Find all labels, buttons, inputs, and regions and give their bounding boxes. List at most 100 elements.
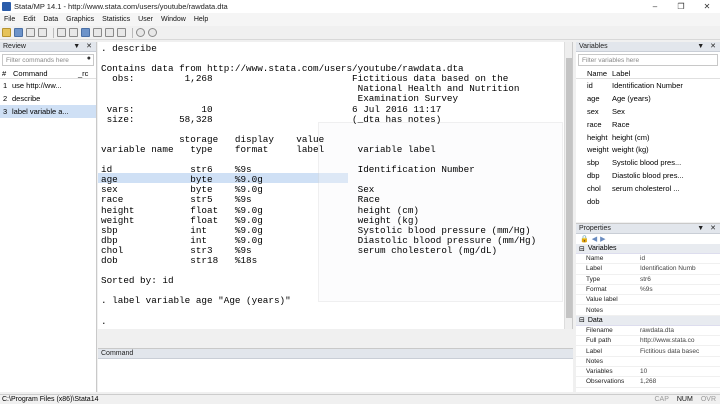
working-directory: C:\Program Files (x86)\Stata14 bbox=[2, 396, 99, 403]
variable-item[interactable]: sex Sex bbox=[576, 105, 720, 118]
variables-header: Variables ▼ ✕ bbox=[576, 42, 720, 52]
graph-icon[interactable] bbox=[69, 28, 78, 37]
variable-item[interactable]: dob bbox=[576, 195, 720, 208]
review-title: Review bbox=[3, 43, 26, 50]
menu-edit[interactable]: Edit bbox=[23, 16, 35, 23]
variable-item[interactable]: race Race bbox=[576, 118, 720, 131]
panel-buttons[interactable]: ▼ ✕ bbox=[697, 224, 718, 234]
col-number[interactable]: # bbox=[0, 69, 12, 78]
properties-section-data[interactable]: ⊟ Data bbox=[576, 315, 720, 326]
review-item[interactable]: 3 label variable a... bbox=[0, 105, 96, 118]
status-bar: C:\Program Files (x86)\Stata14 CAP NUM O… bbox=[0, 394, 720, 404]
variables-panel: Variables ▼ ✕ Filter variables here Name… bbox=[576, 42, 720, 222]
close-button[interactable]: ✕ bbox=[694, 0, 720, 13]
panel-buttons[interactable]: ▼ ✕ bbox=[73, 42, 94, 52]
filter-placeholder: Filter commands here bbox=[6, 56, 69, 64]
ovr-indicator: OVR bbox=[700, 396, 716, 403]
menu-window[interactable]: Window bbox=[161, 16, 186, 23]
data-editor-icon[interactable] bbox=[93, 28, 102, 37]
help-icon[interactable]: ● bbox=[87, 55, 91, 62]
variable-item[interactable]: id Identification Number bbox=[576, 79, 720, 92]
menu-statistics[interactable]: Statistics bbox=[102, 16, 130, 23]
stata-app-icon bbox=[2, 2, 11, 11]
variable-item[interactable]: age Age (years) bbox=[576, 92, 720, 105]
property-row[interactable]: Variables 10 bbox=[576, 367, 720, 378]
property-row[interactable]: Value label bbox=[576, 295, 720, 306]
review-filter-input[interactable]: Filter commands here ● bbox=[2, 54, 94, 66]
property-row[interactable]: Name id bbox=[576, 254, 720, 265]
toolbar-separator bbox=[53, 27, 54, 38]
properties-title: Properties bbox=[579, 225, 611, 232]
col-command[interactable]: Command bbox=[12, 69, 78, 78]
properties-section-variables[interactable]: ⊟ Variables bbox=[576, 244, 720, 254]
forward-arrow-icon[interactable]: ▶ bbox=[600, 235, 608, 243]
window-controls: – ❐ ✕ bbox=[642, 0, 720, 13]
property-row[interactable]: Label Fictitious data basec bbox=[576, 346, 720, 357]
col-name[interactable]: Name bbox=[576, 69, 612, 78]
property-row[interactable]: Filename rawdata.dta bbox=[576, 326, 720, 337]
variables-column-header: Name Label bbox=[576, 68, 720, 79]
filter-placeholder: Filter variables here bbox=[582, 56, 640, 64]
collapse-icon[interactable]: ⊟ bbox=[579, 245, 585, 253]
viewer-icon[interactable] bbox=[57, 28, 66, 37]
variable-item[interactable]: height height (cm) bbox=[576, 131, 720, 144]
toolbar bbox=[0, 26, 720, 40]
maximize-button[interactable]: ❐ bbox=[668, 0, 694, 13]
status-indicators: CAP NUM OVR bbox=[646, 395, 716, 404]
toolbar-separator bbox=[132, 27, 133, 38]
num-indicator: NUM bbox=[676, 396, 693, 403]
collapse-icon[interactable]: ⊟ bbox=[579, 316, 585, 324]
property-row[interactable]: Notes bbox=[576, 357, 720, 367]
property-row[interactable]: Full path http://www.stata.co bbox=[576, 336, 720, 347]
do-file-editor-icon[interactable] bbox=[81, 28, 90, 37]
menu-user[interactable]: User bbox=[138, 16, 153, 23]
print-icon[interactable] bbox=[26, 28, 35, 37]
minimize-button[interactable]: – bbox=[642, 0, 668, 13]
menu-graphics[interactable]: Graphics bbox=[66, 16, 94, 23]
variable-item[interactable]: sbp Systolic blood pres... bbox=[576, 156, 720, 169]
results-output: . describe Contains data from http://www… bbox=[101, 43, 537, 327]
data-browser-icon[interactable] bbox=[105, 28, 114, 37]
menu-file[interactable]: File bbox=[4, 16, 15, 23]
variable-item[interactable]: chol serum cholesterol ... bbox=[576, 182, 720, 195]
property-row[interactable]: Notes bbox=[576, 305, 720, 316]
title-bar: Stata/MP 14.1 - http://www.stata.com/use… bbox=[0, 0, 720, 13]
review-panel: Review ▼ ✕ Filter commands here ● # Comm… bbox=[0, 42, 97, 392]
break-icon[interactable] bbox=[148, 28, 157, 37]
panel-buttons[interactable]: ▼ ✕ bbox=[697, 42, 718, 52]
property-row[interactable]: Observations 1,268 bbox=[576, 377, 720, 388]
lock-icon[interactable]: 🔒 bbox=[580, 235, 592, 243]
results-window[interactable]: . describe Contains data from http://www… bbox=[98, 42, 573, 329]
menu-data[interactable]: Data bbox=[43, 16, 58, 23]
variables-manager-icon[interactable] bbox=[117, 28, 126, 37]
menu-help[interactable]: Help bbox=[194, 16, 208, 23]
property-row[interactable]: Label Identification Numb bbox=[576, 264, 720, 275]
review-column-header: # Command _rc bbox=[0, 68, 96, 79]
caps-indicator: CAP bbox=[654, 396, 669, 403]
window-title: Stata/MP 14.1 - http://www.stata.com/use… bbox=[14, 2, 228, 11]
command-panel: Command bbox=[98, 348, 573, 392]
command-header: Command bbox=[98, 349, 573, 359]
variable-item[interactable]: dbp Diastolic blood pres... bbox=[576, 169, 720, 182]
review-header: Review ▼ ✕ bbox=[0, 42, 96, 52]
property-row[interactable]: Type str6 bbox=[576, 275, 720, 285]
variables-filter-input[interactable]: Filter variables here bbox=[578, 54, 718, 66]
col-label[interactable]: Label bbox=[612, 69, 630, 78]
variables-title: Variables bbox=[579, 43, 608, 50]
log-icon[interactable] bbox=[38, 28, 47, 37]
more-icon[interactable] bbox=[136, 28, 145, 37]
menu-bar: File Edit Data Graphics Statistics User … bbox=[0, 13, 720, 26]
properties-toolbar: 🔒 ◀ ▶ bbox=[576, 234, 720, 244]
open-icon[interactable] bbox=[2, 28, 11, 37]
command-input[interactable] bbox=[98, 359, 573, 391]
command-title: Command bbox=[101, 350, 134, 357]
variable-item[interactable]: weight weight (kg) bbox=[576, 143, 720, 156]
save-icon[interactable] bbox=[14, 28, 23, 37]
col-rc[interactable]: _rc bbox=[78, 69, 88, 78]
back-arrow-icon[interactable]: ◀ bbox=[592, 235, 600, 243]
properties-header: Properties ▼ ✕ bbox=[576, 224, 720, 234]
property-row[interactable]: Format %9s bbox=[576, 285, 720, 296]
review-item[interactable]: 1 use http://ww... bbox=[0, 79, 96, 92]
properties-panel: Properties ▼ ✕ 🔒 ◀ ▶ ⊟ Variables Name id … bbox=[576, 223, 720, 392]
review-item[interactable]: 2 describe bbox=[0, 92, 96, 105]
